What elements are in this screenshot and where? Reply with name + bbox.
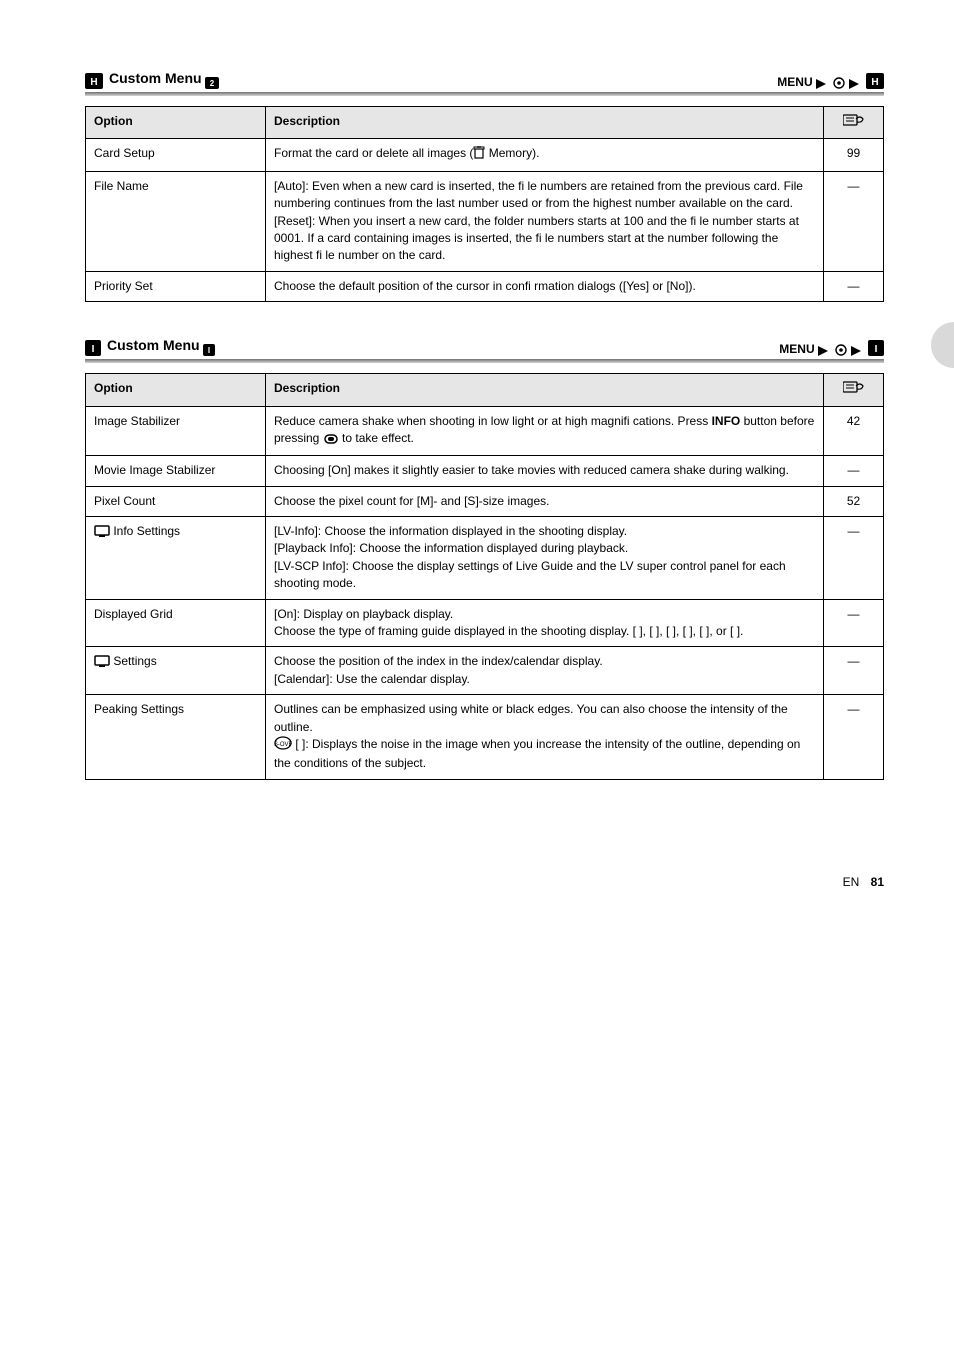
col-option: Option <box>86 107 266 139</box>
hand-icon <box>843 380 865 394</box>
opt-name: Info Settings <box>86 517 266 600</box>
custom-menu-label: Custom Menu <box>109 70 205 86</box>
arrow-icon <box>818 346 832 356</box>
table-row: Pixel Count Choose the pixel count for [… <box>86 486 884 516</box>
svg-text:I: I <box>875 344 878 355</box>
opt-desc: Choosing [On] makes it slightly easier t… <box>266 456 824 486</box>
trash-icon <box>473 145 485 164</box>
opt-name: Card Setup <box>86 139 266 171</box>
arrow-icon <box>816 79 830 89</box>
section-title-h2: H Custom Menu 2 <box>85 70 225 89</box>
table-row: Info Settings [LV-Info]: Choose the info… <box>86 517 884 600</box>
monitor-icon <box>94 525 110 542</box>
opt-page: 52 <box>824 486 884 516</box>
opt-desc: Outlines can be emphasized using white o… <box>266 695 824 780</box>
opt-page: — <box>824 171 884 271</box>
h2-small-icon: 2 <box>205 73 219 89</box>
opt-page: — <box>824 456 884 486</box>
table-header-row: Option Description <box>86 107 884 139</box>
section-header-h2: H Custom Menu 2 MENU H <box>85 70 884 89</box>
sovf-icon: S-OVF <box>274 736 292 755</box>
opt-desc: [Auto]: Even when a new card is inserted… <box>266 171 824 271</box>
footer-page-number: 81 <box>871 875 884 889</box>
opt-page: — <box>824 271 884 301</box>
table-row: File Name [Auto]: Even when a new card i… <box>86 171 884 271</box>
page-footer: EN 81 <box>0 875 954 929</box>
opt-page: 42 <box>824 406 884 456</box>
opt-name: Priority Set <box>86 271 266 301</box>
menu-path-i: MENU I <box>779 340 884 356</box>
opt-name: Settings <box>86 647 266 695</box>
side-tab <box>931 322 954 368</box>
opt-desc: Reduce camera shake when shooting in low… <box>266 406 824 456</box>
arrow-icon <box>849 79 863 89</box>
svg-text:S-OVF: S-OVF <box>274 742 292 748</box>
table-row: Displayed Grid [On]: Display on playback… <box>86 599 884 647</box>
opt-name: File Name <box>86 171 266 271</box>
menu-path-h2: MENU H <box>777 73 884 89</box>
i-small-icon: I <box>203 340 215 356</box>
monitor-icon <box>94 655 110 672</box>
opt-name: Pixel Count <box>86 486 266 516</box>
section-divider <box>85 359 884 363</box>
section-divider <box>85 92 884 96</box>
table-row: Movie Image Stabilizer Choosing [On] mak… <box>86 456 884 486</box>
svg-text:H: H <box>90 77 97 88</box>
shutter-icon <box>323 432 339 449</box>
svg-text:I: I <box>92 344 95 355</box>
menu-label-i: MENU <box>779 342 814 356</box>
opt-desc: Choose the default position of the curso… <box>266 271 824 301</box>
table-row: Priority Set Choose the default position… <box>86 271 884 301</box>
options-table-i: Option Description Image Stabilizer Redu… <box>85 373 884 780</box>
opt-page: 99 <box>824 139 884 171</box>
opt-desc: [LV-Info]: Choose the information displa… <box>266 517 824 600</box>
col-page-icon <box>824 107 884 139</box>
opt-page: — <box>824 647 884 695</box>
table-header-row: Option Description <box>86 374 884 406</box>
opt-desc: Format the card or delete all images ( M… <box>266 139 824 171</box>
i-badge-icon: I <box>868 340 884 356</box>
svg-text:2: 2 <box>210 79 215 88</box>
h2-badge-icon: H <box>866 73 884 89</box>
gear-icon <box>833 77 845 89</box>
table-row: Image Stabilizer Reduce camera shake whe… <box>86 406 884 456</box>
arrow-icon <box>851 346 865 356</box>
table-row: Card Setup Format the card or delete all… <box>86 139 884 171</box>
options-table-h2: Option Description Card Setup Format the… <box>85 106 884 302</box>
section-title-i: I Custom Menu I <box>85 337 221 356</box>
opt-desc: Choose the position of the index in the … <box>266 647 824 695</box>
svg-text:I: I <box>208 346 210 355</box>
opt-page: — <box>824 599 884 647</box>
section-header-i: I Custom Menu I MENU I <box>85 337 884 356</box>
table-row: Settings Choose the position of the inde… <box>86 647 884 695</box>
col-page-icon <box>824 374 884 406</box>
svg-text:H: H <box>871 77 878 88</box>
gear-icon <box>835 344 847 356</box>
col-description: Description <box>266 374 824 406</box>
footer-lang: EN <box>843 875 860 889</box>
opt-name: Movie Image Stabilizer <box>86 456 266 486</box>
opt-name: Peaking Settings <box>86 695 266 780</box>
col-description: Description <box>266 107 824 139</box>
custom-menu-label: Custom Menu <box>107 337 203 353</box>
col-option: Option <box>86 374 266 406</box>
opt-name: Image Stabilizer <box>86 406 266 456</box>
opt-page: — <box>824 517 884 600</box>
opt-name: Displayed Grid <box>86 599 266 647</box>
table-row: Peaking Settings Outlines can be emphasi… <box>86 695 884 780</box>
opt-desc: [On]: Display on playback display. Choos… <box>266 599 824 647</box>
menu-label-h2: MENU <box>777 75 812 89</box>
hand-icon <box>843 113 865 127</box>
opt-desc: Choose the pixel count for [M]- and [S]-… <box>266 486 824 516</box>
i-badge-icon: I <box>85 340 101 356</box>
opt-page: — <box>824 695 884 780</box>
h2-badge-icon: H <box>85 73 103 89</box>
